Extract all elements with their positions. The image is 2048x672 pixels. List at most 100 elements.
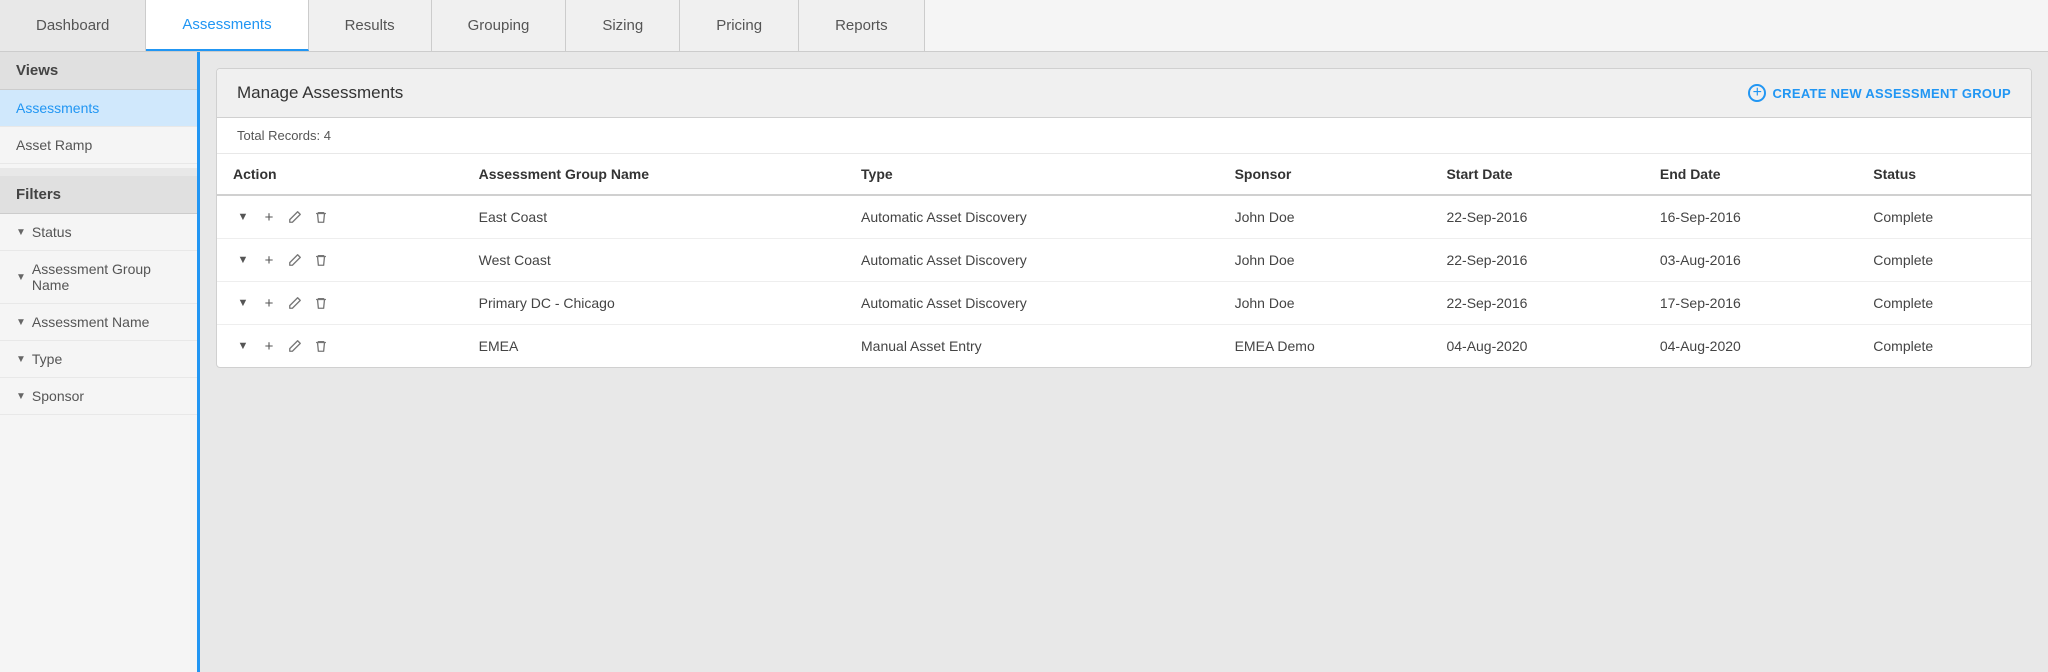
table-row: ▼ + West CoastAutomatic Asset DiscoveryJ… xyxy=(217,239,2031,282)
cell-end_date-2: 17-Sep-2016 xyxy=(1644,282,1857,325)
table-row: ▼ + Primary DC - ChicagoAutomatic Asset … xyxy=(217,282,2031,325)
action-icons: ▼ + xyxy=(233,207,447,227)
sidebar-views-list: AssessmentsAsset Ramp xyxy=(0,90,197,164)
action-cell-3: ▼ + xyxy=(217,325,463,368)
chevron-down-icon: ▼ xyxy=(16,391,26,402)
cell-status-1: Complete xyxy=(1857,239,2031,282)
action-cell-2: ▼ + xyxy=(217,282,463,325)
cell-end_date-1: 03-Aug-2016 xyxy=(1644,239,1857,282)
col-header-sponsor: Sponsor xyxy=(1219,154,1431,195)
filter-item-status[interactable]: ▼ Status xyxy=(0,214,197,251)
table-row: ▼ + East CoastAutomatic Asset DiscoveryJ… xyxy=(217,195,2031,239)
filter-label-type: Type xyxy=(32,351,62,367)
filter-label-status: Status xyxy=(32,224,72,240)
edit-icon[interactable] xyxy=(285,250,305,270)
cell-type-0: Automatic Asset Discovery xyxy=(845,195,1219,239)
action-icons: ▼ + xyxy=(233,336,447,356)
expand-icon[interactable]: ▼ xyxy=(233,207,253,227)
table-header: ActionAssessment Group NameTypeSponsorSt… xyxy=(217,154,2031,195)
content-area: Manage Assessments + CREATE NEW ASSESSME… xyxy=(200,52,2048,672)
nav-item-grouping[interactable]: Grouping xyxy=(432,0,567,51)
sidebar: Views AssessmentsAsset Ramp Filters ▼ Sta… xyxy=(0,52,200,672)
table-body: ▼ + East CoastAutomatic Asset DiscoveryJ… xyxy=(217,195,2031,367)
add-icon[interactable]: + xyxy=(259,293,279,313)
nav-item-assessments[interactable]: Assessments xyxy=(146,0,308,51)
col-header-end_date: End Date xyxy=(1644,154,1857,195)
sidebar-filters-list: ▼ Status ▼ Assessment Group Name ▼ Assessment… xyxy=(0,214,197,415)
chevron-down-icon: ▼ xyxy=(16,354,26,365)
cell-start_date-3: 04-Aug-2020 xyxy=(1430,325,1643,368)
table-header-row: ActionAssessment Group NameTypeSponsorSt… xyxy=(217,154,2031,195)
cell-type-2: Automatic Asset Discovery xyxy=(845,282,1219,325)
action-cell-0: ▼ + xyxy=(217,195,463,239)
cell-end_date-0: 16-Sep-2016 xyxy=(1644,195,1857,239)
col-header-status: Status xyxy=(1857,154,2031,195)
chevron-down-icon: ▼ xyxy=(16,227,26,238)
filter-label-assessment-name: Assessment Name xyxy=(32,314,149,330)
delete-icon[interactable] xyxy=(311,336,331,356)
add-icon[interactable]: + xyxy=(259,250,279,270)
cell-status-3: Complete xyxy=(1857,325,2031,368)
col-header-type: Type xyxy=(845,154,1219,195)
nav-item-results[interactable]: Results xyxy=(309,0,432,51)
views-section-header: Views xyxy=(0,52,197,90)
nav-item-pricing[interactable]: Pricing xyxy=(680,0,799,51)
action-cell-1: ▼ + xyxy=(217,239,463,282)
filter-item-sponsor[interactable]: ▼ Sponsor xyxy=(0,378,197,415)
top-navigation: DashboardAssessmentsResultsGroupingSizin… xyxy=(0,0,2048,52)
edit-icon[interactable] xyxy=(285,336,305,356)
cell-name-1: West Coast xyxy=(463,239,845,282)
col-header-start_date: Start Date xyxy=(1430,154,1643,195)
filter-item-assessment-name[interactable]: ▼ Assessment Name xyxy=(0,304,197,341)
nav-item-dashboard[interactable]: Dashboard xyxy=(0,0,146,51)
cell-end_date-3: 04-Aug-2020 xyxy=(1644,325,1857,368)
filter-label-assessment-group-name: Assessment Group Name xyxy=(32,261,181,293)
add-icon[interactable]: + xyxy=(259,207,279,227)
sidebar-item-assessments[interactable]: Assessments xyxy=(0,90,197,127)
filter-item-assessment-group-name[interactable]: ▼ Assessment Group Name xyxy=(0,251,197,304)
cell-sponsor-2: John Doe xyxy=(1219,282,1431,325)
create-btn-label: CREATE NEW ASSESSMENT GROUP xyxy=(1772,86,2011,101)
cell-status-0: Complete xyxy=(1857,195,2031,239)
expand-icon[interactable]: ▼ xyxy=(233,336,253,356)
main-layout: Views AssessmentsAsset Ramp Filters ▼ Sta… xyxy=(0,52,2048,672)
plus-circle-icon: + xyxy=(1748,84,1766,102)
filter-item-type[interactable]: ▼ Type xyxy=(0,341,197,378)
expand-icon[interactable]: ▼ xyxy=(233,293,253,313)
expand-icon[interactable]: ▼ xyxy=(233,250,253,270)
filters-section-header: Filters xyxy=(0,168,197,214)
cell-name-3: EMEA xyxy=(463,325,845,368)
action-icons: ▼ + xyxy=(233,293,447,313)
nav-item-reports[interactable]: Reports xyxy=(799,0,925,51)
total-records: Total Records: 4 xyxy=(217,118,2031,154)
filter-label-sponsor: Sponsor xyxy=(32,388,84,404)
cell-sponsor-1: John Doe xyxy=(1219,239,1431,282)
sidebar-item-asset-ramp[interactable]: Asset Ramp xyxy=(0,127,197,164)
cell-status-2: Complete xyxy=(1857,282,2031,325)
edit-icon[interactable] xyxy=(285,293,305,313)
manage-assessments-panel: Manage Assessments + CREATE NEW ASSESSME… xyxy=(216,68,2032,368)
cell-sponsor-0: John Doe xyxy=(1219,195,1431,239)
panel-header: Manage Assessments + CREATE NEW ASSESSME… xyxy=(217,69,2031,118)
add-icon[interactable]: + xyxy=(259,336,279,356)
chevron-down-icon: ▼ xyxy=(16,317,26,328)
action-icons: ▼ + xyxy=(233,250,447,270)
panel-title: Manage Assessments xyxy=(237,83,403,103)
cell-type-3: Manual Asset Entry xyxy=(845,325,1219,368)
edit-icon[interactable] xyxy=(285,207,305,227)
cell-start_date-2: 22-Sep-2016 xyxy=(1430,282,1643,325)
assessments-table: ActionAssessment Group NameTypeSponsorSt… xyxy=(217,154,2031,367)
delete-icon[interactable] xyxy=(311,207,331,227)
delete-icon[interactable] xyxy=(311,250,331,270)
col-header-name: Assessment Group Name xyxy=(463,154,845,195)
cell-name-2: Primary DC - Chicago xyxy=(463,282,845,325)
chevron-down-icon: ▼ xyxy=(16,272,26,283)
delete-icon[interactable] xyxy=(311,293,331,313)
col-header-action: Action xyxy=(217,154,463,195)
cell-name-0: East Coast xyxy=(463,195,845,239)
nav-item-sizing[interactable]: Sizing xyxy=(566,0,680,51)
cell-sponsor-3: EMEA Demo xyxy=(1219,325,1431,368)
cell-start_date-0: 22-Sep-2016 xyxy=(1430,195,1643,239)
cell-type-1: Automatic Asset Discovery xyxy=(845,239,1219,282)
create-assessment-group-button[interactable]: + CREATE NEW ASSESSMENT GROUP xyxy=(1748,84,2011,102)
